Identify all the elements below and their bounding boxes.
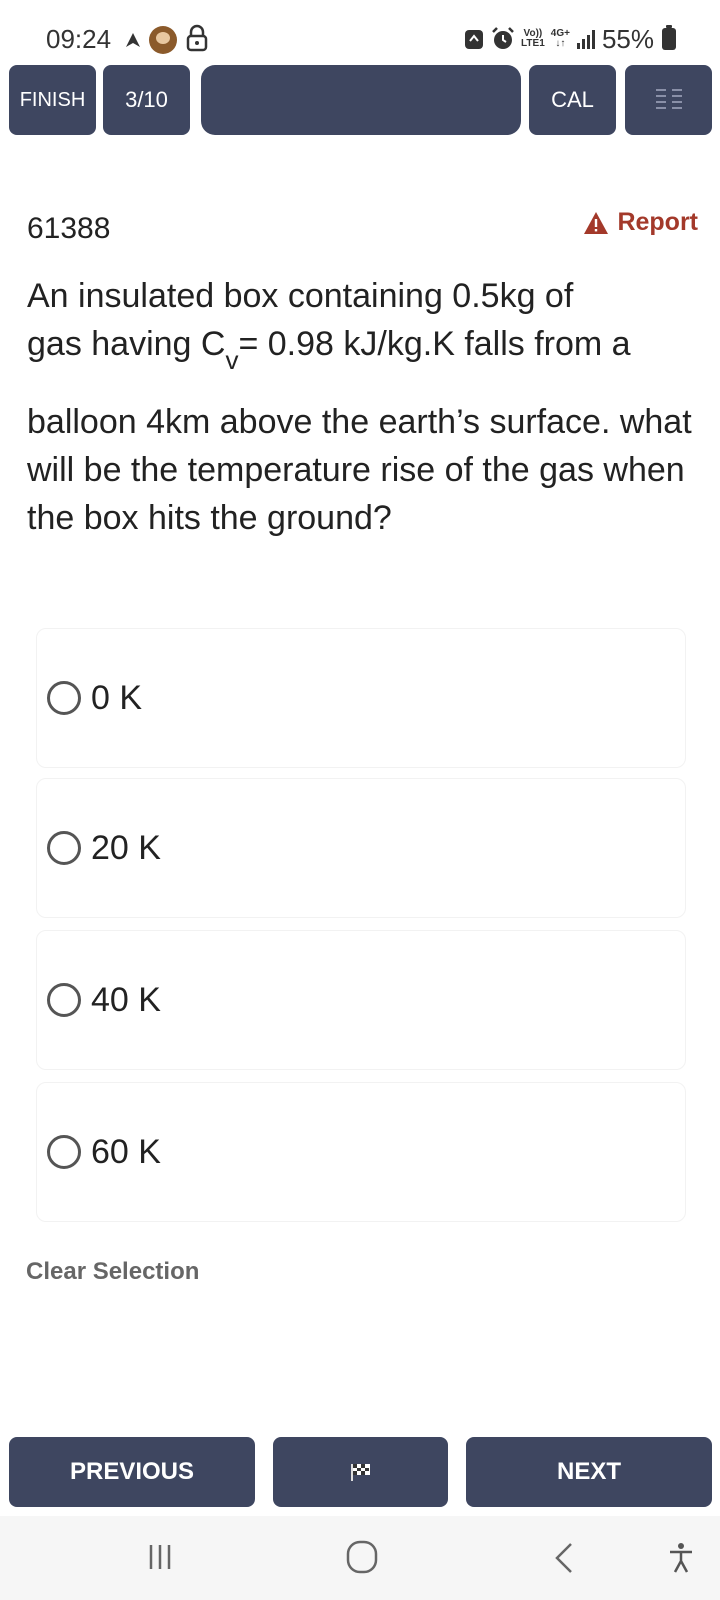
volte-indicator: Vo)) LTE1 (521, 28, 545, 49)
radio-button[interactable] (47, 983, 81, 1017)
flag-button[interactable] (273, 1437, 448, 1507)
finish-button[interactable]: FINISH (9, 65, 96, 135)
next-button[interactable]: NEXT (466, 1437, 712, 1507)
battery-percent: 55% (601, 23, 654, 54)
option-4[interactable]: 60 K (36, 1082, 686, 1222)
clear-selection-link[interactable]: Clear Selection (26, 1258, 199, 1286)
checkered-flag-icon (350, 1464, 370, 1481)
status-time: 09:24 (46, 24, 112, 54)
menu-button[interactable] (625, 65, 712, 135)
home-icon[interactable] (346, 1540, 378, 1574)
report-label: Report (617, 208, 698, 236)
option-label: 40 K (91, 980, 161, 1019)
calculator-button[interactable]: CAL (529, 65, 616, 135)
report-button[interactable]: Report (583, 208, 698, 237)
signal-icon (576, 30, 595, 49)
progress-bar (201, 65, 521, 135)
question-id: 61388 (27, 212, 111, 245)
radio-button[interactable] (47, 831, 81, 865)
question-counter[interactable]: 3/10 (103, 65, 190, 135)
question-text: An insulated box containing 0.5kg of gas… (27, 277, 692, 537)
option-label: 20 K (91, 828, 161, 867)
data-saver-icon (465, 30, 484, 49)
network-type-indicator: 4G+ ↓↑ (550, 28, 570, 49)
option-2[interactable]: 20 K (36, 778, 686, 918)
avatar (149, 26, 177, 54)
recent-apps-icon[interactable] (148, 1542, 172, 1572)
grid-menu-icon (655, 89, 682, 109)
lock-icon (186, 24, 208, 52)
option-label: 0 K (91, 678, 143, 717)
navigation-arrow-icon (126, 33, 140, 47)
alarm-icon (492, 27, 514, 49)
warning-triangle-icon (584, 211, 609, 234)
previous-button[interactable]: PREVIOUS (9, 1437, 255, 1507)
radio-button[interactable] (47, 681, 81, 715)
battery-icon (662, 25, 676, 50)
system-navigation-bar (0, 1516, 720, 1600)
option-label: 60 K (91, 1132, 161, 1171)
radio-button[interactable] (47, 1135, 81, 1169)
option-3[interactable]: 40 K (36, 930, 686, 1070)
accessibility-icon[interactable] (668, 1542, 694, 1574)
status-indicators: Vo)) LTE1 4G+ ↓↑ 55% (463, 24, 654, 54)
option-1[interactable]: 0 K (36, 628, 686, 768)
status-bar: 09:24 Vo)) LTE1 4G+ ↓↑ 55% (0, 0, 720, 62)
back-icon[interactable] (554, 1542, 574, 1574)
